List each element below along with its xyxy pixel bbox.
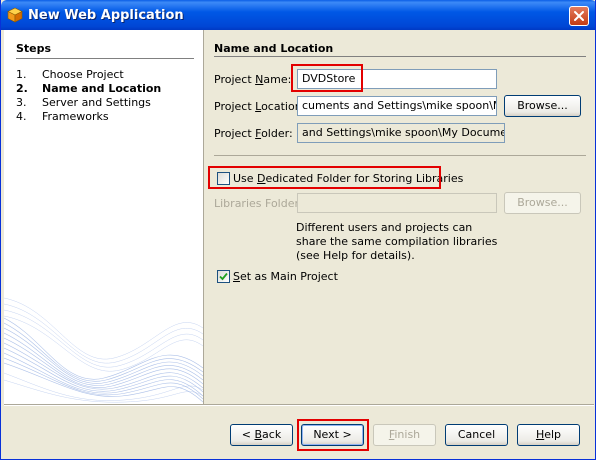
project-folder-field: and Settings\mike spoon\My Documents\N	[297, 123, 505, 143]
step-label: Choose Project	[42, 68, 124, 81]
step-label: Frameworks	[42, 110, 109, 123]
dedicated-folder-label[interactable]: Use Dedicated Folder for Storing Librari…	[233, 172, 463, 185]
libraries-help-text: Different users and projects can share t…	[296, 221, 498, 262]
step-number: 4.	[16, 110, 27, 123]
button-text: <	[241, 428, 255, 441]
step-choose-project: 1. Choose Project	[16, 68, 124, 81]
help-button[interactable]: Help	[517, 424, 580, 446]
step-server-and-settings: 3. Server and Settings	[16, 96, 151, 109]
steps-header: Steps	[16, 42, 52, 55]
steps-divider	[16, 58, 194, 59]
main-project-label[interactable]: Set as Main Project	[233, 270, 338, 283]
button-text: inish	[394, 428, 421, 441]
step-label: Name and Location	[42, 82, 162, 95]
netbeans-cube-icon	[7, 7, 23, 23]
main-project-checkbox[interactable]	[217, 270, 230, 283]
close-icon	[574, 11, 584, 21]
step-name-and-location: 2. Name and Location	[16, 82, 161, 95]
label-text: et as Main Project	[239, 270, 338, 283]
step-number: 3.	[16, 96, 27, 109]
libraries-folder-input	[297, 193, 497, 213]
section-divider	[214, 56, 586, 57]
step-number: 2.	[16, 82, 28, 95]
button-text: ack	[262, 428, 282, 441]
decorative-wave-graphic	[4, 297, 203, 403]
checkmark-icon	[219, 272, 228, 281]
browse-location-button[interactable]: Browse...	[504, 95, 581, 117]
label-text: edicated Folder for Storing Libraries	[265, 172, 464, 185]
label-mnemonic: S	[233, 270, 240, 283]
step-label: Server and Settings	[42, 96, 151, 109]
back-button[interactable]: < Back	[230, 424, 293, 446]
options-divider	[214, 155, 586, 156]
new-web-application-dialog: New Web Application Steps 1. Choose Proje…	[0, 0, 596, 460]
project-location-label: Project Location:	[214, 100, 305, 113]
step-frameworks: 4. Frameworks	[16, 110, 109, 123]
label-text: older:	[261, 127, 293, 140]
title-bar[interactable]: New Web Application	[1, 0, 595, 30]
button-bar-divider-highlight	[4, 405, 594, 406]
label-text: Project	[214, 127, 256, 140]
label-text: Project	[214, 100, 256, 113]
cancel-button[interactable]: Cancel	[445, 424, 508, 446]
project-name-label: Project Name:	[214, 73, 291, 86]
button-mnemonic: B	[254, 428, 263, 441]
browse-libraries-button: Browse...	[504, 192, 581, 214]
project-name-input[interactable]: DVDStore	[297, 69, 497, 89]
button-text: elp	[544, 428, 562, 441]
label-text: Project	[214, 73, 256, 86]
window-title: New Web Application	[28, 8, 184, 23]
name-and-location-panel: Name and Location Project Name: DVDStore…	[204, 30, 594, 404]
dedicated-folder-checkbox[interactable]	[217, 172, 230, 185]
close-button[interactable]	[569, 6, 589, 26]
label-text: ame:	[263, 73, 292, 86]
label-text: Use	[233, 172, 258, 185]
project-folder-label: Project Folder:	[214, 127, 293, 140]
section-title: Name and Location	[214, 42, 334, 55]
label-mnemonic: D	[257, 172, 266, 185]
step-number: 1.	[16, 68, 27, 81]
button-mnemonic: H	[535, 428, 545, 441]
libraries-folder-label: Libraries Folder:	[214, 197, 303, 210]
finish-button: Finish	[373, 424, 436, 446]
next-button[interactable]: Next >	[301, 424, 364, 446]
project-location-input[interactable]: cuments and Settings\mike spoon\My Dc	[297, 96, 497, 116]
steps-panel: Steps 1. Choose Project 2. Name and Locati…	[4, 30, 203, 404]
